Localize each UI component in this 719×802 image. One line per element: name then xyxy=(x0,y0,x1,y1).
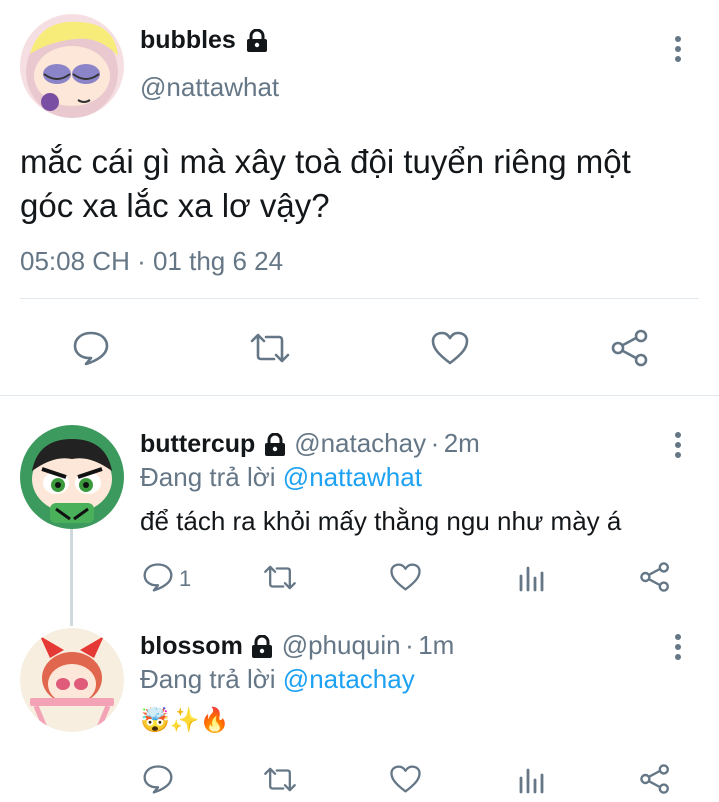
handle[interactable]: @phuquin xyxy=(282,630,401,660)
retweet-icon[interactable] xyxy=(262,564,298,591)
like-icon[interactable] xyxy=(430,330,470,366)
lock-icon xyxy=(246,28,268,58)
analytics-icon[interactable] xyxy=(518,564,544,592)
replying-to: Đang trả lời @nattawhat xyxy=(140,462,422,492)
tweet-text: mắc cái gì mà xây toà đội tuyển riêng mộ… xyxy=(20,143,631,224)
replying-to: Đang trả lời @natachay xyxy=(140,664,415,694)
tweet-timestamp[interactable]: 05:08 CH · 01 thg 6 24 xyxy=(20,246,283,277)
retweet-icon[interactable] xyxy=(262,766,298,793)
share-icon[interactable] xyxy=(639,561,671,593)
blossom-avatar[interactable] xyxy=(20,628,124,732)
buttercup-avatar[interactable] xyxy=(20,425,124,529)
thread-line xyxy=(70,528,73,626)
display-name[interactable]: bubbles xyxy=(140,26,236,54)
divider xyxy=(0,395,719,396)
lock-icon xyxy=(264,432,286,462)
reply-icon[interactable] xyxy=(142,764,174,794)
separator: · xyxy=(405,630,414,660)
analytics-icon[interactable] xyxy=(518,766,544,794)
retweet-icon[interactable] xyxy=(248,332,292,364)
reply-count: 1 xyxy=(179,566,192,591)
more-icon[interactable] xyxy=(668,634,688,664)
lock-icon xyxy=(251,634,273,664)
replying-to-link[interactable]: @natachay xyxy=(283,664,415,694)
like-icon[interactable] xyxy=(389,562,422,592)
share-icon[interactable] xyxy=(639,763,671,795)
like-icon[interactable] xyxy=(389,764,422,794)
main-tweet-header: bubbles xyxy=(140,26,268,58)
separator: · xyxy=(430,428,440,458)
divider xyxy=(20,298,699,299)
more-icon[interactable] xyxy=(668,432,688,462)
reply-icon[interactable] xyxy=(142,562,174,592)
reply-icon[interactable] xyxy=(72,330,110,366)
reply-text: 🤯✨🔥 xyxy=(140,707,230,734)
reply-text: để tách ra khỏi mấy thằng ngu như mày á xyxy=(140,506,622,536)
replying-to-link[interactable]: @nattawhat xyxy=(283,462,422,492)
handle[interactable]: @natachay xyxy=(294,428,426,458)
handle[interactable]: @nattawhat xyxy=(140,72,279,103)
display-name[interactable]: buttercup xyxy=(140,430,255,458)
bubbles-avatar[interactable] xyxy=(20,14,124,118)
reply-header: blossom @phuquin · 1m xyxy=(140,630,454,664)
share-icon[interactable] xyxy=(610,328,650,368)
more-icon[interactable] xyxy=(668,36,688,66)
display-name[interactable]: blossom xyxy=(140,632,243,660)
reply-time[interactable]: 2m xyxy=(444,428,480,458)
reply-header: buttercup @natachay · 2m xyxy=(140,428,480,462)
reply-time[interactable]: 1m xyxy=(418,630,454,660)
